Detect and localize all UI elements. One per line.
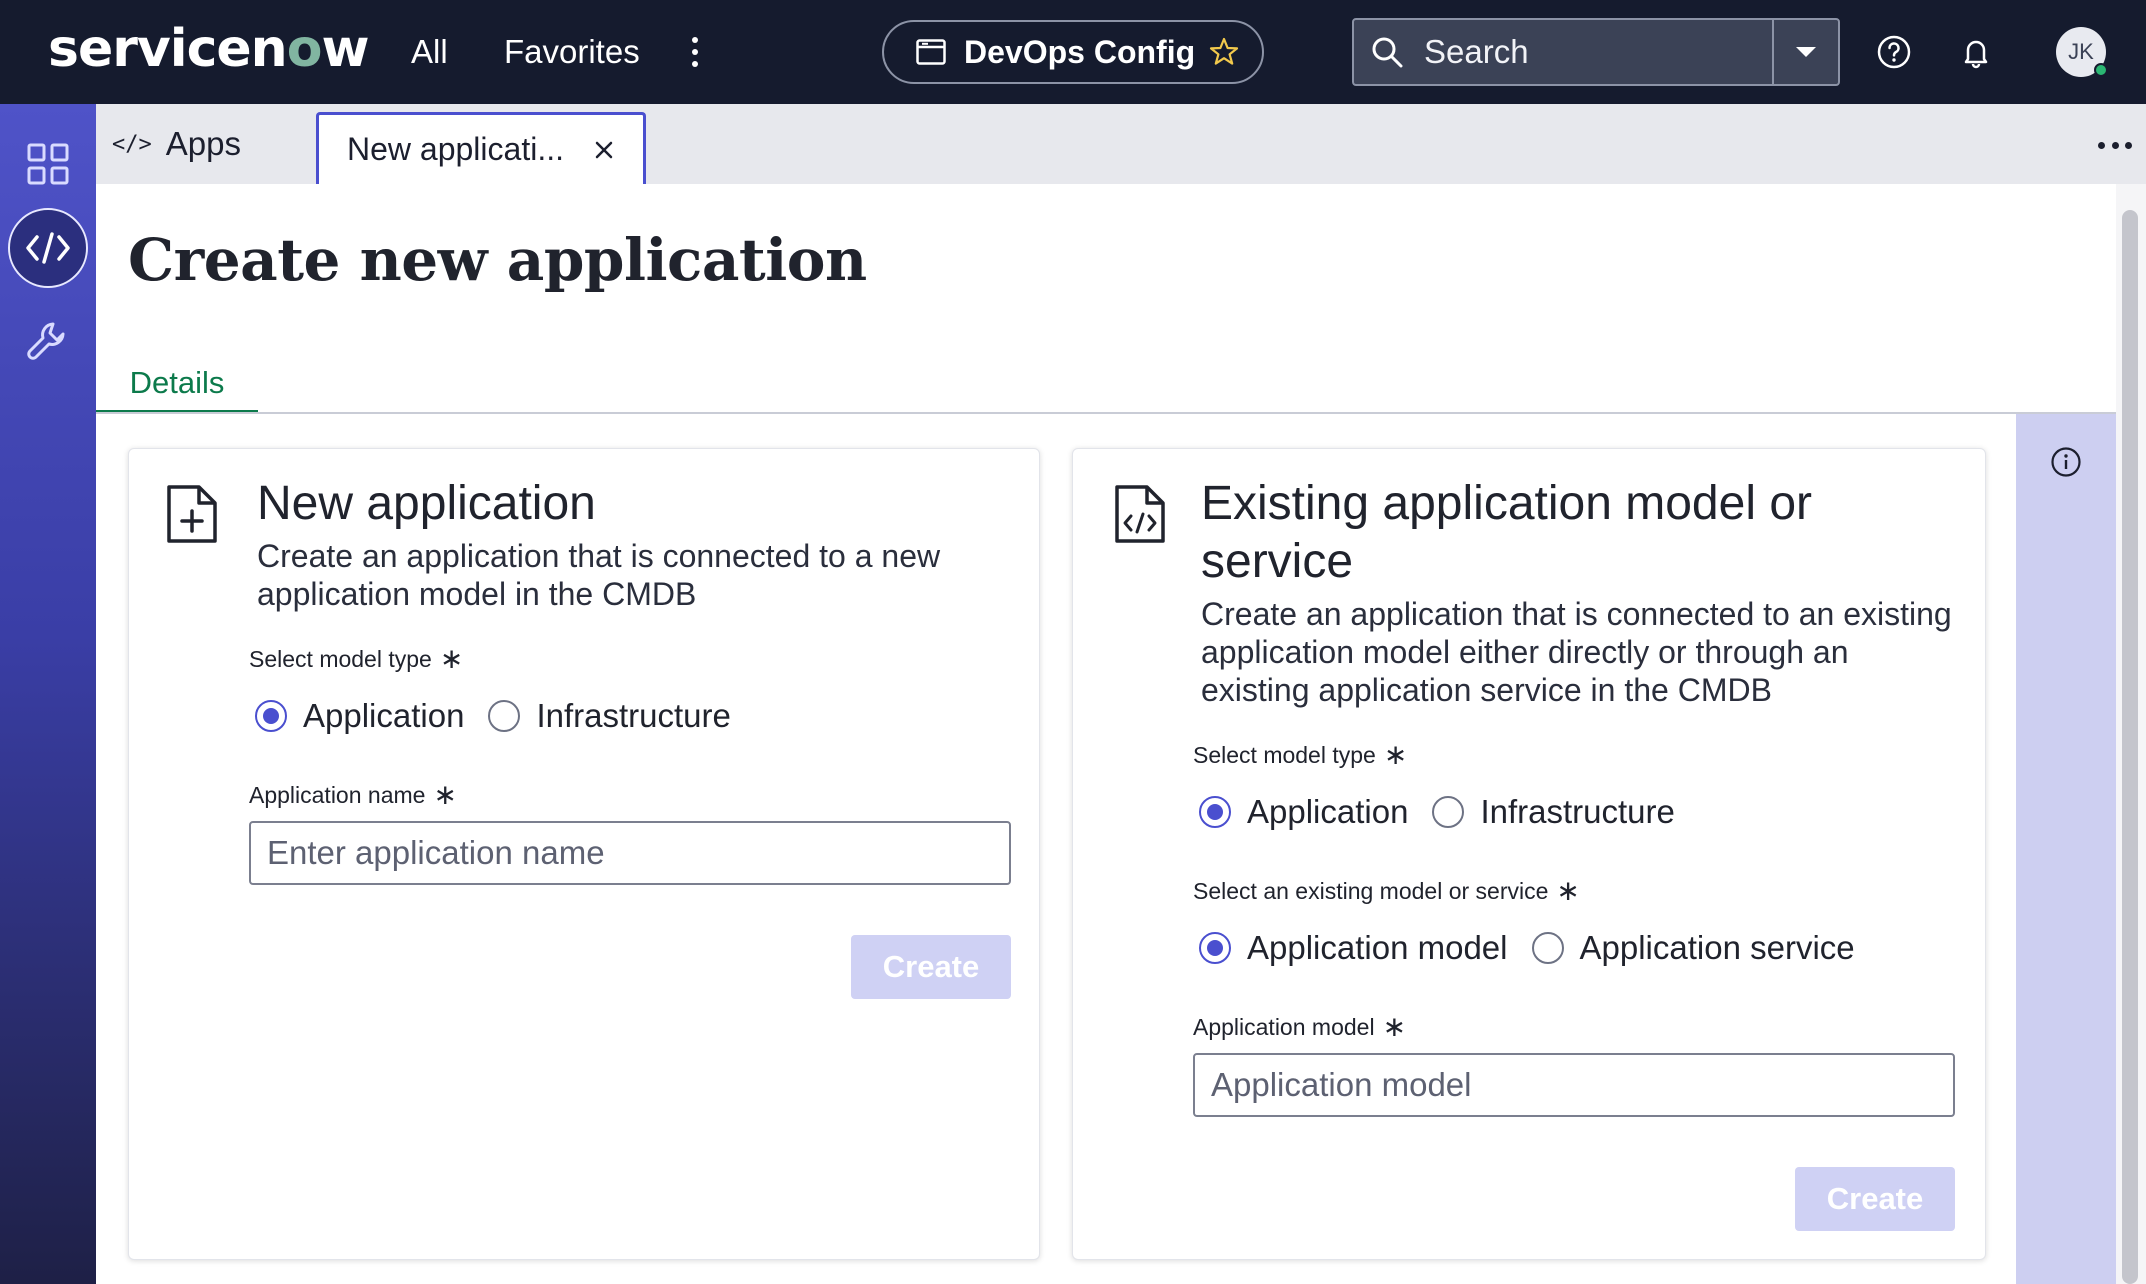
card-description: Create an application that is connected … xyxy=(257,538,941,612)
more-horizontal-icon[interactable] xyxy=(2098,130,2132,160)
model-type-label: Select model type ∗ xyxy=(1193,741,1407,769)
application-name-label-text: Application name xyxy=(249,781,426,808)
global-search[interactable]: Search xyxy=(1352,18,1840,86)
scrollbar-thumb[interactable] xyxy=(2122,210,2138,1284)
radio-button-selected[interactable] xyxy=(1199,932,1231,964)
radio-infrastructure[interactable]: Infrastructure xyxy=(488,697,731,735)
search-scope-dropdown[interactable] xyxy=(1772,20,1838,84)
bell-icon[interactable] xyxy=(1958,34,1994,70)
servicenow-logo[interactable]: servicen o w xyxy=(48,14,369,84)
radio-label: Application xyxy=(1247,793,1409,830)
scope-label: DevOps Config xyxy=(964,33,1196,70)
page-title: Create new application xyxy=(128,226,867,294)
tab-apps-label: Apps xyxy=(165,125,241,162)
card-title: New application xyxy=(257,477,596,530)
radio-label: Application xyxy=(303,697,465,734)
tab-new-application[interactable]: New applicati... xyxy=(316,112,646,184)
info-icon[interactable] xyxy=(2050,446,2082,478)
radio-button[interactable] xyxy=(1432,796,1465,828)
close-icon[interactable] xyxy=(593,139,615,161)
radio-button[interactable] xyxy=(1531,932,1564,964)
radio-application-service[interactable]: Application service xyxy=(1531,929,1855,967)
application-name-label: Application name ∗ xyxy=(249,781,457,809)
code-icon[interactable] xyxy=(8,208,88,288)
file-add-icon xyxy=(167,485,217,543)
tab-new-application-label: New applicati... xyxy=(347,131,564,167)
wrench-icon[interactable] xyxy=(8,302,88,382)
required-asterisk-icon: ∗ xyxy=(1383,739,1408,770)
application-model-label-text: Application model xyxy=(1193,1013,1375,1040)
radio-button-selected[interactable] xyxy=(255,700,287,732)
radio-application[interactable]: Application xyxy=(255,697,464,735)
browser-window-icon xyxy=(916,39,946,65)
existing-model-or-service-label-text: Select an existing model or service xyxy=(1193,877,1549,904)
application-model-label: Application model ∗ xyxy=(1193,1013,1406,1041)
radio-label: Application model xyxy=(1247,929,1508,966)
online-status-dot xyxy=(2094,63,2108,77)
tab-apps[interactable]: </> Apps xyxy=(112,120,241,168)
help-icon[interactable] xyxy=(1876,34,1912,70)
code-icon: </> xyxy=(112,131,152,157)
logo-text-o: o xyxy=(286,19,323,79)
search-input[interactable]: Search xyxy=(1424,33,1772,71)
card-description: Create an application that is connected … xyxy=(1201,596,1952,708)
logo-text: servicen xyxy=(48,19,288,79)
new-application-card: New application Create an application th… xyxy=(128,448,1040,1260)
card-title: Existing application model or service xyxy=(1201,477,1812,588)
avatar-initials: JK xyxy=(2068,39,2094,64)
radio-label: Infrastructure xyxy=(536,697,731,734)
model-type-radio-group: Application Infrastructure xyxy=(255,697,755,735)
more-vertical-icon[interactable] xyxy=(682,34,708,70)
required-asterisk-icon: ∗ xyxy=(439,643,464,674)
user-avatar[interactable]: JK xyxy=(2056,27,2108,77)
existing-model-or-service-label: Select an existing model or service ∗ xyxy=(1193,877,1580,905)
radio-button[interactable] xyxy=(488,700,521,732)
existing-application-card: Existing application model or service Cr… xyxy=(1072,448,1986,1260)
create-button[interactable]: Create xyxy=(1795,1167,1955,1231)
application-scope-pill[interactable]: DevOps Config xyxy=(882,20,1264,84)
model-type-radio-group: Application Infrastructure xyxy=(1199,793,1699,831)
contextual-side-panel xyxy=(2016,414,2116,1284)
required-asterisk-icon: ∗ xyxy=(433,779,457,810)
existing-type-radio-group: Application model Application service xyxy=(1199,929,1879,967)
radio-infrastructure[interactable]: Infrastructure xyxy=(1432,793,1675,831)
star-icon[interactable] xyxy=(1209,37,1239,67)
nav-favorites[interactable]: Favorites xyxy=(504,28,640,76)
radio-label: Infrastructure xyxy=(1480,793,1675,830)
create-button[interactable]: Create xyxy=(851,935,1011,999)
radio-label: Application service xyxy=(1579,929,1855,966)
model-type-label-text: Select model type xyxy=(1193,741,1376,768)
required-asterisk-icon: ∗ xyxy=(1556,875,1580,906)
grid-icon[interactable] xyxy=(8,124,88,204)
model-type-label: Select model type ∗ xyxy=(249,645,463,673)
tab-strip: </> Apps New applicati... xyxy=(96,104,2146,184)
tab-details[interactable]: Details xyxy=(96,356,258,414)
model-type-label-text: Select model type xyxy=(249,645,432,672)
left-rail xyxy=(0,104,96,1284)
search-icon xyxy=(1372,37,1403,68)
radio-button-selected[interactable] xyxy=(1199,796,1231,828)
file-code-icon xyxy=(1115,485,1165,543)
chevron-down-icon xyxy=(1796,47,1816,57)
top-nav-bar: servicen o w All Favorites DevOps Config S… xyxy=(0,0,2146,104)
logo-text-end: w xyxy=(321,19,369,79)
application-name-input[interactable] xyxy=(249,821,1011,885)
tabs-divider xyxy=(96,412,2116,414)
radio-application-model[interactable]: Application model xyxy=(1199,929,1508,967)
application-model-input[interactable] xyxy=(1193,1053,1955,1117)
radio-application[interactable]: Application xyxy=(1199,793,1408,831)
nav-all[interactable]: All xyxy=(411,28,448,76)
required-asterisk-icon: ∗ xyxy=(1382,1011,1407,1042)
